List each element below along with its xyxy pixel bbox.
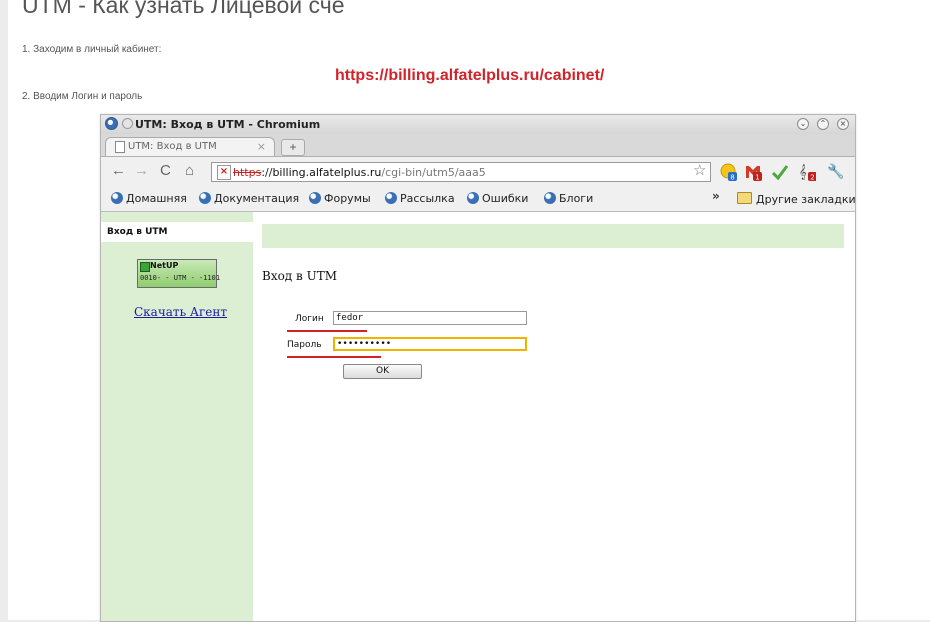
browser-titlebar: UTM: Вход в UTM - Chromium ⌄ ⌃ × [101, 115, 855, 134]
bookmark-item[interactable]: Ошибки [467, 192, 528, 205]
download-agent-link[interactable]: Скачать Агент [134, 305, 227, 319]
utm-page: Вход в UTM NetUP 0010- - UTM - -1101 Ска… [101, 212, 855, 621]
netup-logo-icon [140, 262, 150, 272]
password-input[interactable]: •••••••••• [333, 337, 527, 351]
music-extension-icon[interactable]: 𝄞 2 [798, 163, 816, 181]
window-title: UTM: Вход в UTM - Chromium [135, 118, 321, 131]
bookmark-globe-icon [199, 192, 211, 204]
tab-close-icon[interactable]: × [257, 140, 266, 153]
home-icon[interactable]: ⌂ [185, 163, 194, 179]
wrench-icon[interactable]: 🔧 [827, 163, 844, 179]
password-underline [287, 356, 381, 358]
gmail-icon[interactable]: 1 [744, 163, 762, 181]
tab-utm-login[interactable]: UTM: Вход в UTM × [105, 137, 275, 156]
insecure-lock-icon[interactable]: × [217, 165, 231, 180]
billing-cabinet-link[interactable]: https://billing.alfatelplus.ru/cabinet/ [335, 67, 604, 85]
back-arrow-icon[interactable]: ← [111, 163, 126, 179]
bookmark-star-icon[interactable]: ☆ [693, 163, 706, 178]
bookmark-globe-icon [111, 192, 123, 204]
svg-text:𝄞: 𝄞 [799, 165, 807, 180]
url-scheme: https [233, 166, 262, 179]
bookmark-item[interactable]: Документация [199, 192, 299, 205]
login-input[interactable]: fedor [333, 311, 527, 325]
address-bar[interactable]: × https://billing.alfatelplus.ru/cgi-bin… [211, 162, 711, 182]
bookmark-globe-icon [309, 192, 321, 204]
article-title: UTM - Как узнать Лицевой сче [22, 0, 345, 18]
bookmark-globe-icon [544, 192, 556, 204]
document-icon [115, 141, 125, 153]
new-tab-button[interactable]: + [281, 139, 305, 156]
password-label: Пароль [287, 340, 322, 350]
header-bar [262, 224, 844, 248]
sidebar-tab-login[interactable]: Вход в UTM [101, 222, 253, 242]
ext1-badge: 8 [730, 174, 734, 182]
close-window-icon[interactable]: × [837, 118, 849, 130]
forward-arrow-icon[interactable]: → [134, 163, 149, 179]
folder-icon [737, 192, 752, 204]
checkmark-extension-icon[interactable] [771, 163, 789, 181]
reload-icon[interactable]: C [160, 163, 171, 179]
login-label: Логин [295, 314, 324, 324]
address-url: https://billing.alfatelplus.ru/cgi-bin/u… [233, 166, 486, 179]
netup-logo: NetUP 0010- - UTM - -1101 [137, 259, 221, 288]
step-1-text: 1. Заходим в личный кабинет: [22, 44, 162, 55]
browser-screenshot: UTM: Вход в UTM - Chromium ⌄ ⌃ × UTM: Вх… [100, 114, 856, 622]
tab-label: UTM: Вход в UTM [128, 141, 217, 152]
bookmark-item[interactable]: Домашняя [111, 192, 187, 205]
article-page: UTM - Как узнать Лицевой сче 1. Заходим … [8, 0, 930, 622]
extension-bulb-icon[interactable]: 8 [719, 163, 737, 181]
bookmark-item[interactable]: Блоги [544, 192, 593, 205]
bookmark-item[interactable]: Рассылка [385, 192, 455, 205]
url-separator: :// [261, 166, 273, 179]
gmail-badge: 1 [755, 174, 759, 182]
tab-strip: UTM: Вход в UTM × + [101, 134, 855, 157]
netup-binary: 0010- - UTM - -1101 [140, 274, 221, 282]
ok-button[interactable]: OK [343, 364, 422, 379]
bookmarks-overflow-icon[interactable]: » [712, 189, 720, 203]
ext3-badge: 2 [810, 174, 814, 182]
browser-toolbar: ← → C ⌂ × https://billing.alfatelplus.ru… [101, 157, 855, 187]
step-2-text: 2. Вводим Логин и пароль [22, 91, 143, 102]
maximize-icon[interactable]: ⌃ [817, 118, 829, 130]
login-underline [287, 330, 367, 332]
bookmark-globe-icon [467, 192, 479, 204]
netup-brand: NetUP [150, 261, 179, 270]
window-menu-icon[interactable] [122, 118, 133, 129]
bookmark-globe-icon [385, 192, 397, 204]
minimize-icon[interactable]: ⌄ [797, 118, 809, 130]
bookmarks-bar: Домашняя Документация Форумы Рассылка Ош… [101, 187, 855, 212]
url-host: billing.alfatelplus.ru [272, 166, 382, 179]
chromium-logo-icon [105, 117, 118, 130]
url-path: /cgi-bin/utm5/aaa5 [381, 166, 486, 179]
login-heading: Вход в UTM [262, 269, 337, 283]
bookmark-item[interactable]: Форумы [309, 192, 371, 205]
other-bookmarks[interactable]: Другие закладки [737, 192, 855, 206]
utm-sidebar: Вход в UTM NetUP 0010- - UTM - -1101 Ска… [101, 212, 253, 621]
